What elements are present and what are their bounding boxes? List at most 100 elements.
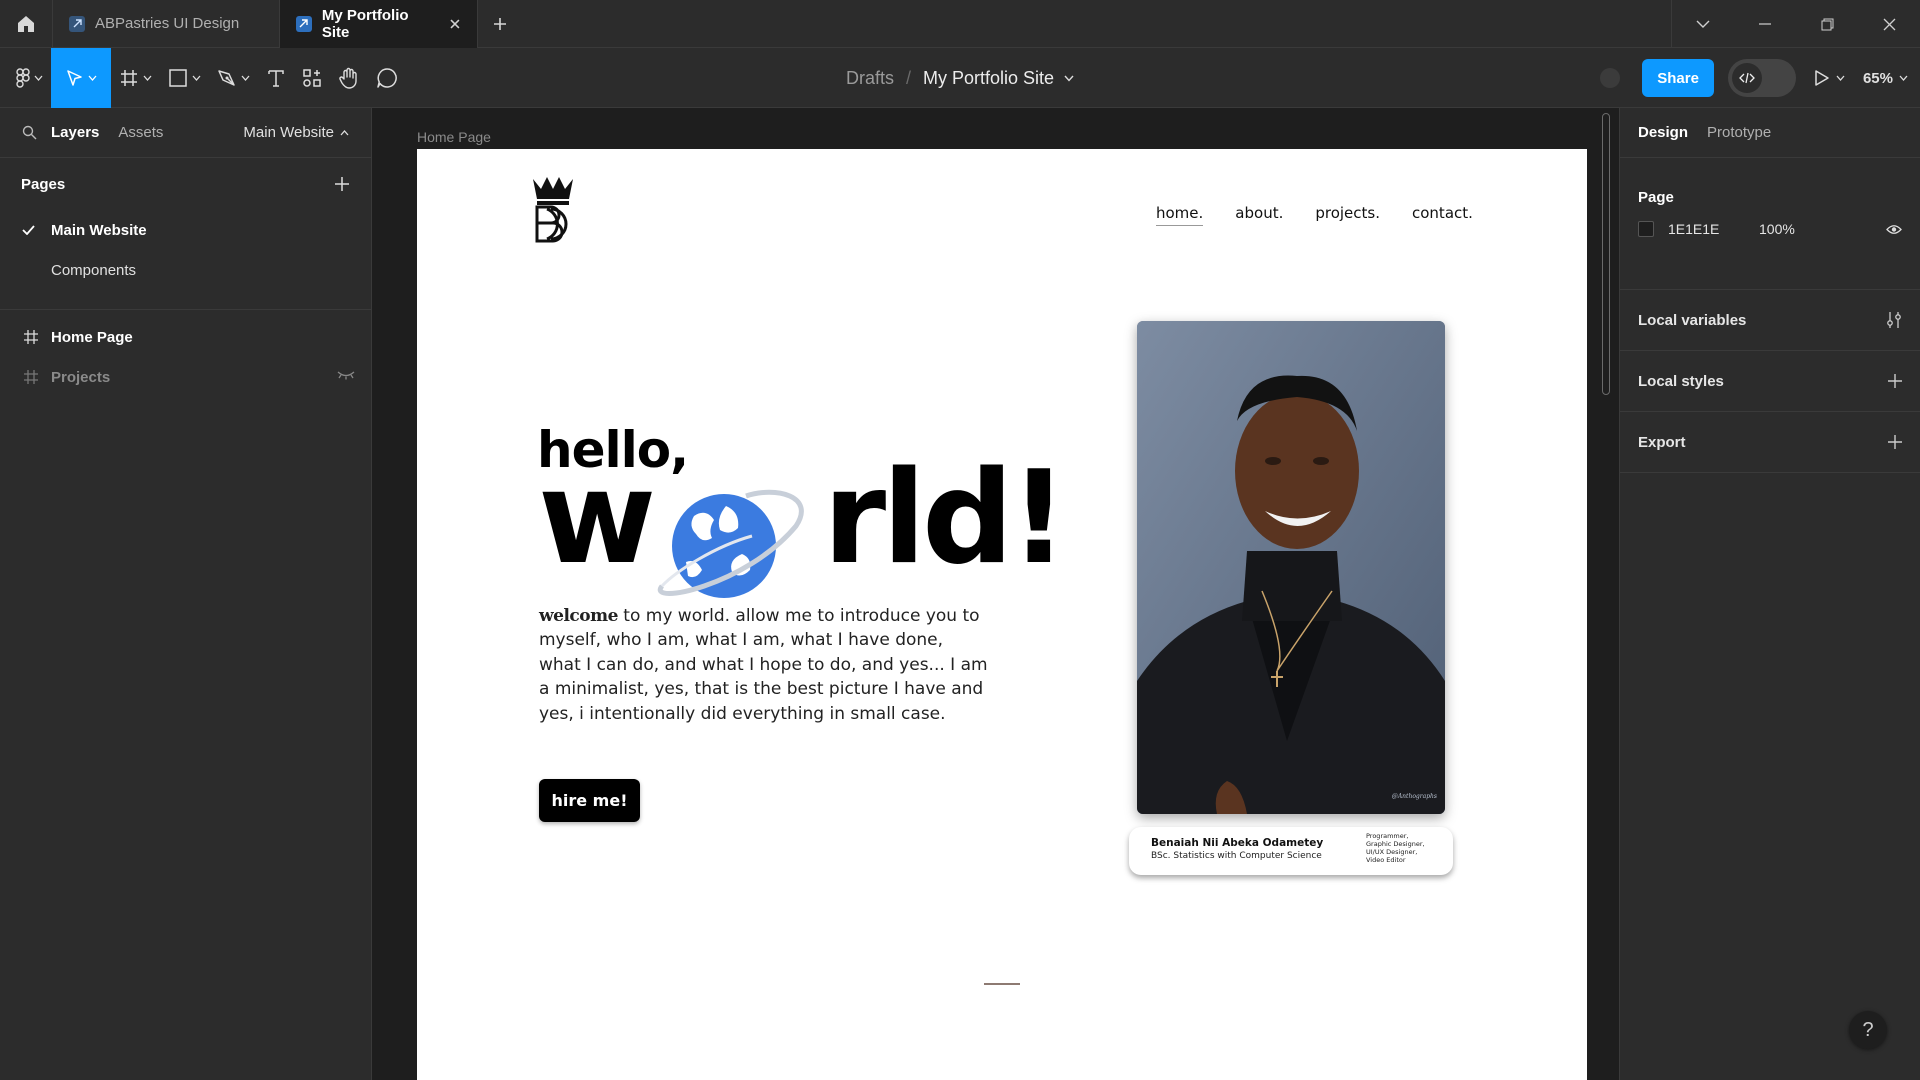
role-item: UI/UX Designer, <box>1366 848 1418 856</box>
tab-abpastries[interactable]: ABPastries UI Design <box>52 0 280 48</box>
chevron-down-icon <box>1064 75 1074 82</box>
home-icon <box>18 15 34 32</box>
role-item: Programmer, <box>1366 832 1409 840</box>
hero-world-rld: rld! <box>823 444 1068 593</box>
site-nav: home. about. projects. contact. <box>1156 204 1473 226</box>
local-styles-label: Local styles <box>1638 372 1724 390</box>
canvas[interactable]: Home Page home. about. projects. contact… <box>373 108 1618 1080</box>
scroll-indicator <box>984 983 1020 985</box>
nav-contact[interactable]: contact. <box>1412 204 1473 226</box>
present-button[interactable] <box>1810 69 1849 87</box>
plus-icon[interactable] <box>1888 374 1902 388</box>
frame-icon <box>24 370 38 384</box>
tab-prototype[interactable]: Prototype <box>1707 124 1771 141</box>
sliders-icon[interactable] <box>1886 311 1902 329</box>
pen-tool[interactable] <box>209 48 258 108</box>
nav-home[interactable]: home. <box>1156 204 1204 226</box>
file-name[interactable]: My Portfolio Site <box>923 68 1054 89</box>
shape-tool[interactable] <box>160 48 209 108</box>
globe-icon <box>657 489 804 598</box>
page-item-components[interactable]: Components <box>0 250 371 290</box>
frame-icon <box>121 70 137 86</box>
text-tool[interactable] <box>258 48 294 108</box>
nav-projects[interactable]: projects. <box>1315 204 1380 226</box>
chevron-down-icon <box>241 75 250 81</box>
toolbar: Drafts / My Portfolio Site Share 65% <box>0 48 1920 108</box>
tab-layers[interactable]: Layers <box>51 124 99 141</box>
local-styles-row[interactable]: Local styles <box>1620 351 1920 412</box>
help-button[interactable]: ? <box>1849 1011 1887 1049</box>
new-tab-button[interactable] <box>478 0 522 48</box>
canvas-scrollbar[interactable] <box>1602 113 1610 395</box>
user-avatar[interactable] <box>1600 68 1621 88</box>
file-menu-button[interactable] <box>1064 75 1074 82</box>
chevron-down-icon <box>143 75 152 81</box>
add-page-icon[interactable] <box>335 177 349 191</box>
resources-tool[interactable] <box>294 48 330 108</box>
zoom-control[interactable]: 65% <box>1863 70 1908 87</box>
title-bar: ABPastries UI Design My Portfolio Site <box>0 0 1920 48</box>
profile-photo: @Anthographs <box>1137 321 1445 814</box>
close-icon <box>1883 18 1895 30</box>
breadcrumb-drafts[interactable]: Drafts <box>846 68 894 89</box>
layer-projects[interactable]: Projects <box>0 357 371 397</box>
hand-tool[interactable] <box>330 48 368 108</box>
tab-my-portfolio-site[interactable]: My Portfolio Site <box>280 0 478 48</box>
window-controls <box>1671 0 1920 48</box>
hand-icon <box>339 67 357 89</box>
nav-about[interactable]: about. <box>1235 204 1283 226</box>
plus-icon[interactable] <box>1888 435 1902 449</box>
rectangle-icon <box>169 69 187 87</box>
hero-world-w: w <box>538 444 656 593</box>
page-item-main-website[interactable]: Main Website <box>0 210 371 250</box>
main-menu-button[interactable] <box>8 48 51 108</box>
chevron-down-icon <box>1836 75 1845 81</box>
search-icon[interactable] <box>22 125 37 140</box>
hire-me-button[interactable]: hire me! <box>539 779 640 822</box>
layer-home-page[interactable]: Home Page <box>0 317 371 357</box>
move-tool[interactable] <box>51 48 111 108</box>
components-icon <box>303 69 321 87</box>
minimize-button[interactable] <box>1734 0 1796 48</box>
export-row[interactable]: Export <box>1620 412 1920 473</box>
frame-label[interactable]: Home Page <box>417 129 491 145</box>
intro-lead: welcome <box>539 606 618 626</box>
play-icon <box>1815 70 1829 86</box>
properties-panel: Design Prototype Page 1E1E1E 100% Local … <box>1619 108 1920 1080</box>
local-variables-row[interactable]: Local variables <box>1620 290 1920 351</box>
minimize-icon <box>1759 23 1771 25</box>
page-opacity-input[interactable]: 100% <box>1759 221 1795 237</box>
share-button[interactable]: Share <box>1642 59 1714 97</box>
close-icon[interactable] <box>449 18 461 30</box>
home-page-frame[interactable]: home. about. projects. contact. hello, w… <box>417 149 1587 1080</box>
layers-panel: Layers Assets Main Website Pages Main We… <box>0 108 372 1080</box>
restore-icon <box>1821 18 1833 30</box>
properties-panel-header: Design Prototype <box>1620 108 1920 158</box>
role-item: Graphic Designer, <box>1366 840 1425 848</box>
color-swatch[interactable] <box>1638 221 1654 237</box>
photo-caption-card: Benaiah Nii Abeka Odametey BSc. Statisti… <box>1129 827 1453 875</box>
layers-panel-header: Layers Assets Main Website <box>0 108 371 158</box>
frame-tool[interactable] <box>111 48 160 108</box>
dev-mode-toggle[interactable] <box>1727 59 1796 97</box>
figma-logo-icon <box>16 68 30 88</box>
comment-tool[interactable] <box>368 48 406 108</box>
page-switcher[interactable]: Main Website <box>243 124 349 141</box>
visibility-toggle[interactable] <box>1886 224 1902 235</box>
role-item: Video Editor <box>1366 856 1406 864</box>
site-logo <box>533 177 573 243</box>
tab-assets[interactable]: Assets <box>118 124 163 141</box>
eye-icon <box>1886 224 1902 234</box>
tab-title: ABPastries UI Design <box>95 15 240 32</box>
toolbar-right: Share 65% <box>1600 48 1908 108</box>
tab-design[interactable]: Design <box>1638 124 1688 141</box>
home-button[interactable] <box>0 0 52 48</box>
pen-icon <box>218 70 235 86</box>
close-window-button[interactable] <box>1858 0 1920 48</box>
tabs-menu-button[interactable] <box>1671 0 1734 48</box>
restore-button[interactable] <box>1796 0 1858 48</box>
figma-file-icon <box>296 15 312 32</box>
page-color-input[interactable]: 1E1E1E <box>1668 221 1759 237</box>
eye-closed-icon[interactable] <box>337 370 355 380</box>
chevron-up-icon <box>340 129 349 135</box>
